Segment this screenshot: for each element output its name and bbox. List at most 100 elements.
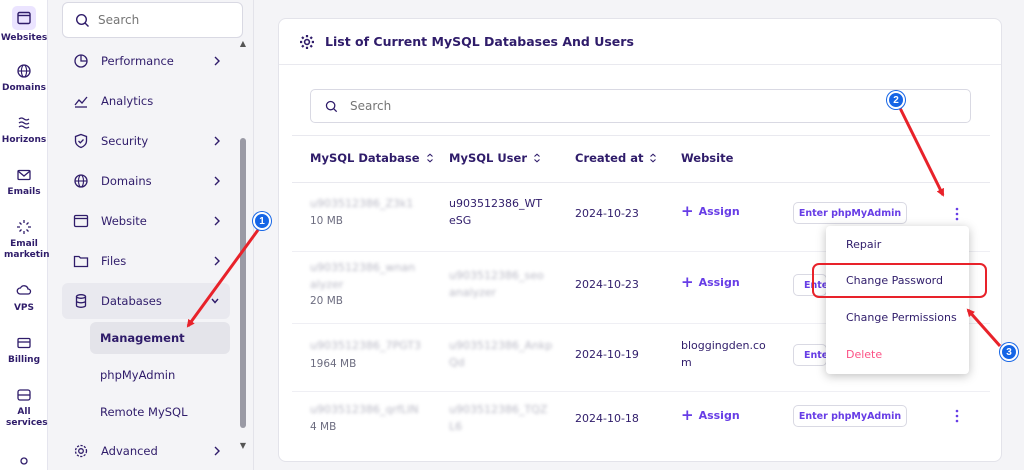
chevron-right-icon	[214, 56, 220, 66]
sidebar-subitem-label: Remote MySQL	[100, 405, 188, 419]
mail-icon	[17, 169, 31, 181]
folder-icon	[73, 255, 89, 268]
enter-phpmyadmin-button[interactable]: Enter phpMyAdmin	[793, 202, 907, 224]
sort-icon	[650, 153, 657, 163]
sidebar-item-label: Advanced	[101, 444, 158, 458]
sidebar-item-security[interactable]: Security	[62, 123, 232, 159]
scroll-down-arrow-icon[interactable]: ▼	[239, 442, 247, 450]
rail-label: Email marketing	[4, 239, 56, 260]
sidebar-item-label: Domains	[101, 174, 152, 188]
menu-item-delete[interactable]: Delete	[826, 336, 969, 372]
db-size: 20 MB	[310, 295, 343, 307]
sort-icon	[534, 153, 540, 163]
sidebar-item-advanced[interactable]: Advanced	[62, 433, 232, 469]
sidebar-item-files[interactable]: Files	[62, 243, 232, 279]
sidebar-item-label: Performance	[101, 54, 174, 68]
website-link-line1[interactable]: bloggingden.co	[681, 337, 766, 354]
rail-item-horizons[interactable]: Horizons	[0, 114, 48, 146]
sidebar-item-label: Files	[101, 254, 127, 268]
users-icon	[20, 457, 28, 465]
rail-item-vps[interactable]: VPS	[0, 282, 48, 314]
window-icon	[73, 214, 89, 228]
sidebar-item-label: Analytics	[101, 94, 154, 108]
horizons-icon	[18, 117, 30, 129]
column-header-mysql-user[interactable]: MySQL User	[449, 151, 541, 165]
enter-phpmyadmin-button[interactable]: Enter phpMyAdmin	[793, 344, 827, 366]
rail-item-email-marketing[interactable]: Email marketing	[0, 218, 56, 261]
sidebar-subitem-remote-mysql[interactable]: Remote MySQL	[90, 396, 230, 428]
sort-icon	[426, 153, 433, 163]
database-icon	[75, 294, 87, 308]
sidebar: Performance Analytics Security Domains W…	[49, 0, 254, 470]
sidebar-search[interactable]	[62, 2, 243, 38]
scroll-up-arrow-icon[interactable]: ▲	[239, 40, 247, 48]
rail-item-users[interactable]	[0, 454, 48, 470]
more-options-icon[interactable]	[952, 408, 962, 424]
sidebar-subitem-phpmyadmin[interactable]: phpMyAdmin	[90, 359, 230, 391]
db-user-line1: u903512386_WT	[449, 197, 543, 210]
chevron-right-icon	[214, 446, 220, 456]
cog-icon	[74, 444, 88, 458]
db-user-line1: u903512386_seo	[449, 269, 544, 282]
db-name-line1: u903512386_wnan	[310, 261, 416, 274]
divider	[292, 391, 990, 392]
credit-card-icon	[17, 337, 31, 349]
created-date: 2024-10-18	[575, 412, 639, 425]
rail-item-domains[interactable]: Domains	[0, 62, 48, 94]
more-options-icon[interactable]	[952, 206, 962, 222]
assign-label: Assign	[698, 275, 740, 289]
rail-item-emails[interactable]: Emails	[0, 166, 48, 198]
rail-label: Websites	[0, 33, 48, 43]
sidebar-item-website[interactable]: Website	[62, 203, 232, 239]
created-date: 2024-10-23	[575, 207, 639, 220]
table-search-input[interactable]	[350, 99, 750, 113]
globe-icon	[17, 64, 31, 78]
search-icon	[75, 13, 89, 27]
assign-link[interactable]: + Assign	[681, 202, 740, 220]
assign-link[interactable]: + Assign	[681, 273, 740, 291]
menu-item-repair[interactable]: Repair	[826, 226, 969, 262]
rail-item-websites[interactable]: Websites	[0, 6, 48, 44]
db-size: 1964 MB	[310, 358, 357, 370]
gauge-icon	[74, 54, 88, 68]
scroll-thumb[interactable]	[240, 138, 246, 428]
assign-label: Assign	[698, 408, 740, 422]
sidebar-search-input[interactable]	[98, 13, 228, 27]
row-actions-menu: Repair Change Password Change Permission…	[826, 226, 969, 374]
column-header-mysql-database[interactable]: MySQL Database	[310, 151, 434, 165]
menu-item-change-permissions[interactable]: Change Permissions	[826, 299, 969, 335]
sidebar-item-label: Security	[101, 134, 149, 148]
assign-link[interactable]: + Assign	[681, 406, 740, 424]
rail-label: Domains	[2, 83, 46, 93]
plus-icon: +	[681, 273, 694, 291]
sidebar-subitem-management[interactable]: Management	[90, 322, 230, 354]
db-user-line1: u903512386_Ankp	[449, 339, 553, 352]
sidebar-item-performance[interactable]: Performance	[62, 43, 232, 79]
sidebar-item-domains[interactable]: Domains	[62, 163, 232, 199]
website-link-line2[interactable]: m	[681, 354, 692, 371]
enter-phpmyadmin-button[interactable]: Enter phpMyAdmin	[793, 405, 907, 427]
db-name: u903512386_qrfLIN	[310, 403, 419, 416]
rail-label: Emails	[7, 187, 41, 197]
rail-item-all-services[interactable]: All services	[0, 386, 48, 429]
gear-icon	[300, 34, 314, 49]
sidebar-scrollbar[interactable]: ▲ ▼	[238, 40, 248, 452]
db-name: u903512386_7PGT3	[310, 339, 421, 352]
divider	[292, 135, 990, 136]
rail-item-billing[interactable]: Billing	[0, 334, 48, 366]
shield-icon	[74, 133, 88, 149]
column-header-created-at[interactable]: Created at	[575, 151, 657, 165]
divider	[292, 182, 990, 183]
chevron-down-icon	[211, 298, 219, 304]
sparkle-icon	[17, 220, 31, 234]
sidebar-item-databases[interactable]: Databases	[62, 283, 230, 319]
created-date: 2024-10-23	[575, 278, 639, 291]
chart-line-icon	[74, 96, 88, 108]
chevron-right-icon	[214, 136, 220, 146]
table-search[interactable]	[310, 89, 971, 123]
sidebar-item-analytics[interactable]: Analytics	[62, 83, 232, 119]
card-title: List of Current MySQL Databases And User…	[325, 34, 634, 49]
step-badge-2: 2	[887, 91, 905, 109]
plus-icon: +	[681, 202, 694, 220]
chevron-right-icon	[214, 176, 220, 186]
